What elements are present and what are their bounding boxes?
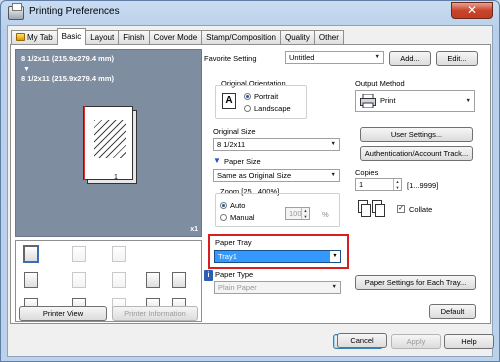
collate-icon — [358, 200, 386, 218]
orientation-icon[interactable] — [172, 272, 186, 288]
portrait-preview-icon: A — [222, 93, 236, 109]
tab-label: Layout — [90, 33, 115, 42]
my-tab-icon — [16, 33, 25, 41]
cancel-button[interactable]: Cancel — [337, 333, 387, 348]
zoom-unit: % — [322, 210, 329, 219]
tab-basic[interactable]: Basic — [56, 28, 87, 45]
paper-size-label: Paper Size — [224, 157, 261, 166]
paper-tray-select[interactable]: Tray1 — [214, 250, 341, 263]
original-size-select[interactable]: 8 1/2x11 — [213, 138, 340, 151]
copies-range: [1...9999] — [407, 181, 439, 190]
stepper-arrows-icon[interactable]: ▲ ▼ — [301, 208, 309, 219]
tab-my-tab[interactable]: My Tab — [11, 30, 58, 45]
blue-down-arrow-icon: ▼ — [213, 156, 221, 165]
dialog-client-area: My Tab Basic Layout Finish Cover Mode St… — [7, 25, 494, 357]
paper-size-select[interactable]: Same as Original Size — [213, 169, 340, 182]
original-size-label: Original Size — [213, 127, 256, 136]
layout-icon[interactable] — [24, 272, 38, 288]
tab-other[interactable]: Other — [313, 30, 344, 45]
tab-label: Cover Mode — [153, 33, 198, 42]
tab-label: Other — [318, 33, 339, 42]
tab-quality[interactable]: Quality — [279, 30, 315, 45]
zoom-auto-label: Auto — [230, 201, 246, 210]
stepper-arrows-icon[interactable]: ▲ ▼ — [393, 179, 401, 190]
paper-type-label: Paper Type — [215, 270, 254, 279]
copies-stepper[interactable]: 1 ▲ ▼ — [355, 178, 402, 191]
close-button[interactable]: ✕ — [451, 2, 493, 19]
printer-information-button[interactable]: Printer Information — [112, 306, 198, 321]
output-method-label: Output Method — [355, 79, 405, 88]
printing-preferences-window: Printing Preferences ✕ My Tab Basic Layo… — [0, 0, 500, 362]
preview-copies-badge: x1 — [190, 226, 198, 233]
favorite-edit-button[interactable]: Edit... — [436, 51, 478, 66]
landscape-radio[interactable] — [244, 105, 251, 112]
preview-arrow-icon: ▼ — [23, 66, 30, 73]
paper-type-select[interactable]: Plain Paper — [214, 281, 341, 294]
paper-settings-for-each-tray-button[interactable]: Paper Settings for Each Tray... — [355, 275, 476, 290]
zoom-auto-radio[interactable] — [220, 202, 227, 209]
collate-label: Collate — [409, 205, 433, 214]
punch-icon[interactable] — [112, 246, 126, 262]
zoom-manual-radio[interactable] — [220, 214, 227, 221]
copies-value: 1 — [359, 180, 364, 189]
apply-button[interactable]: Apply — [391, 334, 441, 349]
portrait-radio[interactable] — [244, 93, 251, 100]
tab-stamp-composition[interactable]: Stamp/Composition — [201, 30, 281, 45]
cover-icon[interactable] — [146, 272, 160, 288]
paper-tray-label: Paper Tray — [215, 238, 252, 247]
favorite-add-button[interactable]: Add... — [389, 51, 431, 66]
collate-checkbox[interactable]: ✓ — [397, 205, 405, 213]
copies-label: Copies — [355, 168, 379, 177]
booklet-icon[interactable] — [112, 272, 126, 288]
help-button[interactable]: Help — [444, 334, 494, 349]
preview-original-size: 8 1/2x11 (215.9x279.4 mm) — [21, 54, 114, 63]
preview-content-lines — [94, 120, 126, 158]
page-preview: 8 1/2x11 (215.9x279.4 mm) ▼ 8 1/2x11 (21… — [15, 49, 202, 237]
printer-view-button[interactable]: Printer View — [19, 306, 107, 321]
authentication-account-track-button[interactable]: Authentication/Account Track... — [360, 146, 473, 161]
zoom-manual-label: Manual — [230, 213, 255, 222]
window-title: Printing Preferences — [29, 6, 120, 17]
staple-icon[interactable] — [72, 246, 86, 262]
info-icon: i — [204, 270, 213, 281]
preview-binding-edge — [84, 106, 85, 180]
preview-paper-size: 8 1/2x11 (215.9x279.4 mm) — [21, 74, 114, 83]
zoom-value: 100 — [289, 209, 302, 218]
tab-layout[interactable]: Layout — [85, 30, 120, 45]
title-bar[interactable]: Printing Preferences ✕ — [1, 1, 499, 25]
tab-finish[interactable]: Finish — [118, 30, 150, 45]
zoom-value-stepper[interactable]: 100 ▲ ▼ — [285, 207, 310, 220]
user-settings-button[interactable]: User Settings... — [360, 127, 473, 142]
favorite-setting-select[interactable]: Untitled — [285, 51, 384, 64]
portrait-label: Portrait — [254, 92, 279, 101]
tab-label: Quality — [284, 33, 310, 42]
preview-page-number: 1 — [114, 174, 118, 181]
default-button[interactable]: Default — [429, 304, 476, 319]
tab-label: Finish — [123, 33, 145, 42]
printer-icon — [8, 3, 24, 20]
favorite-setting-label: Favorite Setting — [204, 54, 257, 63]
print-output-icon — [360, 93, 376, 109]
tab-label: My Tab — [27, 33, 53, 42]
fold-icon[interactable] — [72, 272, 86, 288]
output-print-icon[interactable] — [23, 245, 39, 263]
tab-label: Basic — [61, 32, 82, 41]
tab-strip: My Tab Basic Layout Finish Cover Mode St… — [11, 28, 344, 45]
tab-label: Stamp/Composition — [206, 33, 276, 42]
output-method-value: Print — [380, 96, 396, 105]
landscape-label: Landscape — [254, 104, 291, 113]
tab-cover-mode[interactable]: Cover Mode — [148, 30, 203, 45]
